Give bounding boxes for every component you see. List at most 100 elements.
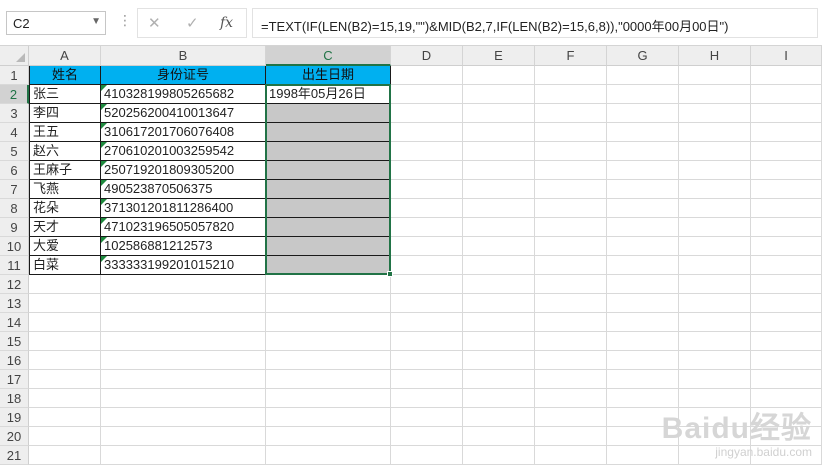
grid-cell[interactable] — [391, 85, 463, 104]
birth-date-cell[interactable] — [266, 256, 391, 275]
grid-cell[interactable] — [751, 104, 822, 123]
enter-icon[interactable]: ✓ — [186, 14, 199, 32]
name-cell[interactable]: 大爱 — [29, 237, 101, 256]
grid-cell[interactable] — [266, 332, 391, 351]
row-header-7[interactable]: 7 — [0, 180, 29, 199]
grid-cell[interactable] — [751, 370, 822, 389]
grid-cell[interactable] — [391, 142, 463, 161]
grid-cell[interactable] — [391, 256, 463, 275]
birth-date-cell[interactable] — [266, 180, 391, 199]
grid-cell[interactable] — [391, 408, 463, 427]
column-header-b[interactable]: B — [101, 46, 266, 66]
grid-cell[interactable] — [463, 218, 535, 237]
grid-cell[interactable] — [607, 237, 679, 256]
grid-cell[interactable] — [463, 237, 535, 256]
grid-cell[interactable] — [535, 275, 607, 294]
grid-cell[interactable] — [535, 218, 607, 237]
birth-date-cell[interactable] — [266, 237, 391, 256]
grid-cell[interactable] — [535, 85, 607, 104]
grid-cell[interactable] — [679, 370, 751, 389]
birth-date-cell[interactable] — [266, 199, 391, 218]
grid-cell[interactable] — [607, 161, 679, 180]
birth-date-cell[interactable] — [266, 123, 391, 142]
grid-cell[interactable] — [391, 66, 463, 85]
select-all-button[interactable] — [0, 46, 29, 66]
grid-cell[interactable] — [751, 256, 822, 275]
grid-cell[interactable] — [266, 370, 391, 389]
birth-date-cell[interactable]: 1998年05月26日 — [266, 85, 391, 104]
grid-cell[interactable] — [391, 275, 463, 294]
row-header-16[interactable]: 16 — [0, 351, 29, 370]
grid-cell[interactable] — [535, 370, 607, 389]
grid-cell[interactable] — [679, 66, 751, 85]
name-cell[interactable]: 花朵 — [29, 199, 101, 218]
grid-cell[interactable] — [751, 332, 822, 351]
grid-cell[interactable] — [101, 351, 266, 370]
grid-cell[interactable] — [266, 446, 391, 465]
grid-cell[interactable] — [101, 408, 266, 427]
grid-cell[interactable] — [535, 123, 607, 142]
grid-cell[interactable] — [463, 66, 535, 85]
grid-cell[interactable] — [391, 123, 463, 142]
id-number-cell[interactable]: 490523870506375 — [101, 180, 266, 199]
id-number-cell[interactable]: 250719201809305200 — [101, 161, 266, 180]
grid-cell[interactable] — [463, 294, 535, 313]
column-header-g[interactable]: G — [607, 46, 679, 66]
grid-cell[interactable] — [607, 142, 679, 161]
grid-cell[interactable] — [391, 427, 463, 446]
column-header-h[interactable]: H — [679, 46, 751, 66]
birth-date-cell[interactable] — [266, 218, 391, 237]
row-header-15[interactable]: 15 — [0, 332, 29, 351]
grid-cell[interactable] — [391, 199, 463, 218]
grid-cell[interactable] — [607, 66, 679, 85]
grid-cell[interactable] — [679, 332, 751, 351]
column-header-f[interactable]: F — [535, 46, 607, 66]
grid-cell[interactable] — [535, 66, 607, 85]
birth-date-cell[interactable] — [266, 104, 391, 123]
grid-cell[interactable] — [679, 218, 751, 237]
grid-cell[interactable] — [607, 180, 679, 199]
grid-cell[interactable] — [679, 351, 751, 370]
grid-cell[interactable] — [679, 313, 751, 332]
grid-cell[interactable] — [29, 446, 101, 465]
grid-cell[interactable] — [101, 294, 266, 313]
grid-cell[interactable] — [751, 180, 822, 199]
grid-cell[interactable] — [463, 351, 535, 370]
grid-cell[interactable] — [463, 313, 535, 332]
grid-cell[interactable] — [101, 275, 266, 294]
grid-cell[interactable] — [607, 199, 679, 218]
grid-cell[interactable] — [391, 218, 463, 237]
row-header-1[interactable]: 1 — [0, 66, 29, 85]
grid-cell[interactable] — [29, 275, 101, 294]
grid-cell[interactable] — [607, 313, 679, 332]
grid-cell[interactable] — [679, 180, 751, 199]
grid-cell[interactable] — [751, 275, 822, 294]
grid-cell[interactable] — [463, 256, 535, 275]
grid-cell[interactable] — [751, 199, 822, 218]
grid-cell[interactable] — [535, 408, 607, 427]
row-header-12[interactable]: 12 — [0, 275, 29, 294]
grid-cell[interactable] — [751, 351, 822, 370]
grid-cell[interactable] — [391, 313, 463, 332]
grid-cell[interactable] — [679, 123, 751, 142]
grid-cell[interactable] — [29, 408, 101, 427]
row-header-2[interactable]: 2 — [0, 85, 29, 104]
id-number-cell[interactable]: 471023196505057820 — [101, 218, 266, 237]
name-cell[interactable]: 天才 — [29, 218, 101, 237]
grid-cell[interactable] — [29, 313, 101, 332]
row-header-18[interactable]: 18 — [0, 389, 29, 408]
grid-cell[interactable] — [535, 389, 607, 408]
grid-cell[interactable] — [266, 408, 391, 427]
grid-cell[interactable] — [607, 104, 679, 123]
grid-cell[interactable] — [463, 123, 535, 142]
more-options-icon[interactable]: ⋮ — [118, 12, 132, 29]
grid-cell[interactable] — [101, 370, 266, 389]
id-number-cell[interactable]: 333333199201015210 — [101, 256, 266, 275]
row-header-19[interactable]: 19 — [0, 408, 29, 427]
grid-cell[interactable] — [101, 389, 266, 408]
grid-cell[interactable] — [679, 85, 751, 104]
grid-cell[interactable] — [463, 408, 535, 427]
fill-handle[interactable] — [387, 271, 393, 277]
grid-cell[interactable] — [463, 199, 535, 218]
grid-cell[interactable] — [391, 389, 463, 408]
